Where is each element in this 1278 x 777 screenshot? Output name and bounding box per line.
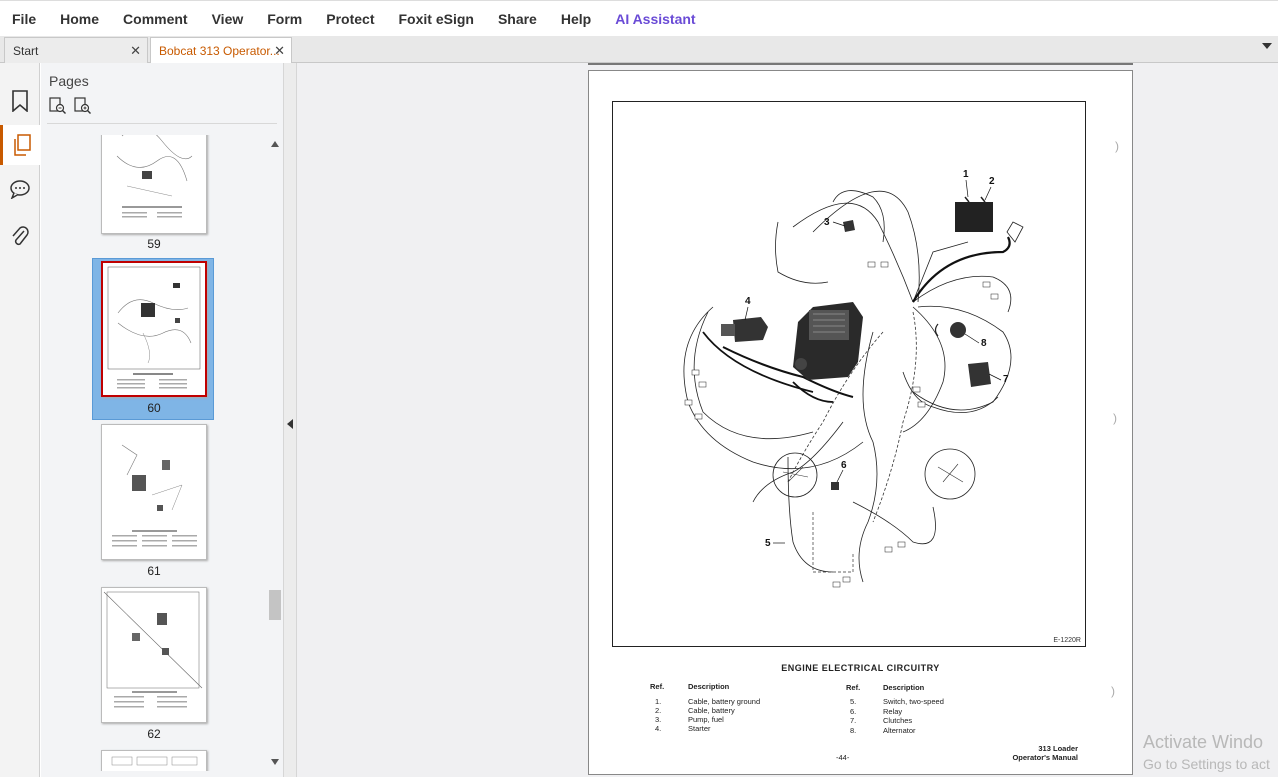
page-thumbnail-62[interactable]: [101, 587, 207, 723]
legend-desc: Cable, battery ground: [688, 697, 761, 706]
menu-share[interactable]: Share: [486, 11, 549, 27]
attachment-icon[interactable]: [0, 217, 40, 257]
activation-watermark-sub: Go to Settings to act: [1143, 756, 1270, 772]
menu-bar: File Home Comment View Form Protect Foxi…: [0, 0, 1278, 36]
legend-desc-header: Description: [688, 682, 730, 691]
callout-6: 6: [841, 460, 847, 471]
callout-5: 5: [765, 538, 771, 549]
page-number: -44-: [836, 753, 850, 762]
engine-electrical-diagram: 1 2 3 4 5 6 7 8: [683, 169, 1024, 588]
panel-separator: [47, 123, 277, 124]
page-edge-mark: ): [1111, 684, 1115, 698]
legend-ref: 4.: [655, 724, 662, 733]
legend-ref: 3.: [655, 715, 662, 724]
thumbnail-list: 59 60 61 62: [41, 135, 267, 771]
scroll-down-arrow-icon[interactable]: [271, 759, 279, 765]
legend-desc: Clutches: [883, 716, 913, 725]
pages-panel: Pages 59 60 61 62: [41, 63, 283, 777]
tab-bar: Start ✕ Bobcat 313 Operator... ✕: [0, 36, 1278, 64]
menu-protect[interactable]: Protect: [314, 11, 386, 27]
close-icon[interactable]: ✕: [130, 43, 141, 59]
thumbnail-scrollbar-thumb[interactable]: [269, 590, 281, 620]
legend-ref: 7.: [850, 716, 857, 725]
zoom-in-thumbnail-icon[interactable]: [74, 97, 92, 115]
callout-3: 3: [824, 217, 830, 228]
footer-manual: Operator's Manual: [1012, 753, 1078, 762]
activation-watermark: Activate Windo: [1143, 732, 1264, 752]
legend-ref: 8.: [850, 726, 857, 735]
page-thumbnail-label: 60: [147, 401, 161, 415]
legend-desc: Alternator: [883, 726, 916, 735]
collapse-panel-icon[interactable]: [287, 419, 293, 429]
legend-desc: Pump, fuel: [688, 715, 724, 724]
menu-ai-assistant[interactable]: AI Assistant: [603, 11, 707, 27]
callout-7: 7: [1003, 374, 1009, 385]
menu-comment[interactable]: Comment: [111, 11, 200, 27]
bookmark-icon[interactable]: [0, 81, 40, 121]
tab-start-label: Start: [13, 43, 39, 58]
tab-list-dropdown-icon[interactable]: [1262, 43, 1272, 49]
page-thumbnail-label: 62: [147, 727, 161, 741]
page-thumbnail-61[interactable]: [101, 424, 207, 560]
zoom-out-thumbnail-icon[interactable]: [49, 97, 67, 115]
comments-icon[interactable]: [0, 169, 40, 209]
callout-1: 1: [963, 169, 969, 180]
document-view[interactable]: 1 2 3 4 5 6 7 8 E-1220R ENGINE ELECTRICA…: [297, 63, 1278, 777]
legend-desc: Switch, two-speed: [883, 697, 944, 706]
panel-splitter[interactable]: [283, 63, 297, 777]
menu-form[interactable]: Form: [255, 11, 314, 27]
menu-help[interactable]: Help: [549, 11, 603, 27]
legend-ref-header: Ref.: [650, 682, 665, 691]
callout-2: 2: [989, 176, 995, 187]
callout-8: 8: [981, 338, 987, 349]
page-thumbnail-63[interactable]: [101, 750, 207, 771]
tab-document-label: Bobcat 313 Operator...: [159, 44, 280, 58]
menu-home[interactable]: Home: [48, 11, 111, 27]
legend-ref: 5.: [850, 697, 857, 706]
legend-ref: 6.: [850, 707, 857, 716]
menu-file[interactable]: File: [0, 11, 48, 27]
page-thumbnail-label: 61: [147, 564, 161, 578]
close-icon[interactable]: ✕: [274, 43, 285, 59]
legend-desc: Starter: [688, 724, 711, 733]
legend-ref-header: Ref.: [846, 683, 861, 692]
pages-icon[interactable]: [0, 125, 40, 165]
previous-page-edge: [588, 63, 1133, 65]
footer-model: 313 Loader: [1038, 744, 1078, 753]
tab-document[interactable]: Bobcat 313 Operator... ✕: [150, 37, 292, 64]
panel-title: Pages: [49, 73, 89, 89]
scroll-up-arrow-icon[interactable]: [271, 141, 279, 147]
page-thumbnail-label: 59: [147, 237, 161, 251]
figure-caption: ENGINE ELECTRICAL CIRCUITRY: [781, 663, 940, 673]
page-edge-mark: ): [1113, 411, 1117, 425]
legend-ref: 2.: [655, 706, 662, 715]
pdf-page: 1 2 3 4 5 6 7 8 E-1220R ENGINE ELECTRICA…: [588, 70, 1133, 775]
tab-start[interactable]: Start ✕: [4, 37, 148, 63]
legend-desc: Relay: [883, 707, 903, 716]
legend-desc-header: Description: [883, 683, 925, 692]
page-edge-mark: ): [1115, 139, 1119, 153]
legend-desc: Cable, battery: [688, 706, 735, 715]
navigation-icon-bar: [0, 63, 40, 777]
figure-id: E-1220R: [1053, 637, 1081, 644]
wiring-diagram-figure: 1 2 3 4 5 6 7 8 E-1220R: [612, 101, 1086, 647]
page-thumbnail-59[interactable]: [101, 135, 207, 234]
callout-4: 4: [745, 296, 751, 307]
legend-ref: 1.: [655, 697, 662, 706]
menu-view[interactable]: View: [200, 11, 256, 27]
page-thumbnail-60[interactable]: [101, 261, 207, 397]
menu-foxit-esign[interactable]: Foxit eSign: [386, 11, 485, 27]
